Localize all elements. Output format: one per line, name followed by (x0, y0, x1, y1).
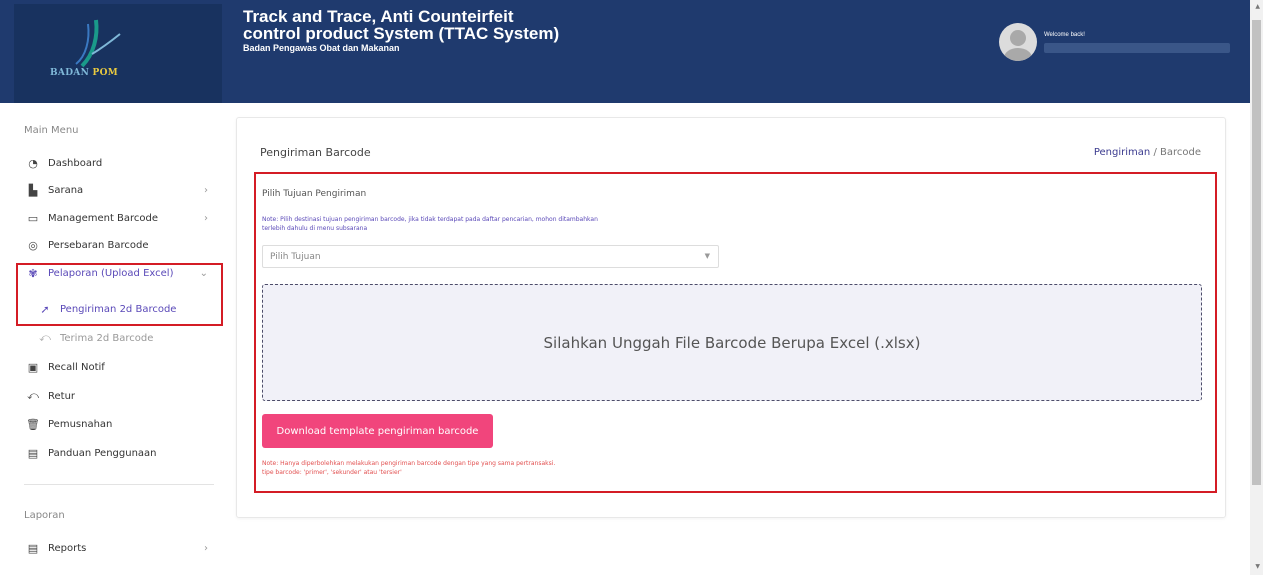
avatar-body-shape (1004, 48, 1032, 61)
sidebar-highlight-box (16, 263, 223, 326)
building-icon: ▙ (28, 183, 38, 197)
page-title: Pengiriman Barcode (260, 146, 371, 159)
sidebar-item-label: Retur (48, 390, 76, 402)
trash-icon: 🗑 (26, 417, 40, 431)
title-line-2: control product System (TTAC System) (243, 24, 560, 43)
sidebar-item-recall-notif[interactable]: ▣ Recall Notif (24, 357, 214, 377)
sidebar-item-reports[interactable]: ▤ Reports › (24, 538, 214, 558)
logo-text: BADAN POM (50, 68, 119, 78)
scroll-thumb[interactable] (1252, 20, 1261, 485)
note-line: terlebih dahulu di menu subsarana (262, 225, 368, 232)
sidebar-item-sarana[interactable]: ▙ Sarana › (24, 180, 214, 200)
sidebar-item-management-barcode[interactable]: ▭ Management Barcode › (24, 208, 214, 228)
barcode-type-note: Note: Hanya diperbolehkan melakukan peng… (262, 459, 555, 477)
reports-icon: ▤ (27, 541, 39, 555)
page-scrollbar[interactable]: ▲ ▼ (1250, 0, 1263, 575)
breadcrumb-current: Barcode (1160, 147, 1201, 158)
chevron-right-icon: › (204, 184, 208, 196)
sidebar-item-label: Pemusnahan (48, 418, 113, 430)
receive-icon: ⤺ (39, 331, 51, 344)
username-redacted (1044, 43, 1230, 53)
title-line-1: Track and Trace, Anti Counteirfeit (243, 7, 514, 26)
form-label: Pilih Tujuan Pengiriman (262, 189, 367, 199)
user-avatar[interactable] (999, 23, 1037, 61)
laporan-heading: Laporan (24, 510, 65, 521)
sidebar-item-label: Management Barcode (48, 212, 159, 224)
file-upload-dropzone[interactable]: Silahkan Unggah File Barcode Berupa Exce… (262, 284, 1202, 401)
guide-icon: ▤ (27, 446, 39, 460)
avatar-head-shape (1010, 30, 1026, 46)
select-placeholder: Pilih Tujuan (270, 252, 321, 262)
download-template-button[interactable]: Download template pengiriman barcode (262, 414, 493, 448)
note-line: Note: Pilih destinasi tujuan pengiriman … (262, 216, 598, 223)
return-icon: ⤺ (27, 389, 39, 402)
dropzone-text: Silahkan Unggah File Barcode Berupa Exce… (543, 333, 921, 352)
scroll-down-icon[interactable]: ▼ (1255, 563, 1260, 570)
app-title: Track and Trace, Anti Counteirfeit contr… (243, 8, 559, 53)
sidebar-item-label: Panduan Penggunaan (48, 447, 157, 459)
notification-icon: ▣ (27, 360, 39, 374)
chevron-right-icon: › (204, 542, 208, 554)
breadcrumb-separator: / (1153, 147, 1157, 158)
sidebar-item-label: Dashboard (48, 157, 103, 169)
destination-select[interactable]: Pilih Tujuan ▼ (262, 245, 719, 268)
sidebar-item-panduan-penggunaan[interactable]: ▤ Panduan Penggunaan (24, 443, 214, 463)
folder-icon: ▭ (27, 211, 39, 225)
top-header: BADAN POM Track and Trace, Anti Counteir… (0, 0, 1250, 103)
sidebar-divider (24, 484, 214, 485)
sidebar-item-label: Sarana (48, 184, 84, 196)
scroll-up-icon[interactable]: ▲ (1255, 3, 1260, 10)
sidebar-item-dashboard[interactable]: ◔ Dashboard (24, 153, 214, 173)
sidebar-item-label: Reports (48, 542, 87, 554)
app-subtitle: Badan Pengawas Obat dan Makanan (243, 43, 400, 53)
main-menu-heading: Main Menu (24, 125, 79, 136)
note-line: Note: Hanya diperbolehkan melakukan peng… (262, 460, 556, 467)
breadcrumb-link-pengiriman[interactable]: Pengiriman (1094, 147, 1150, 158)
sidebar-item-label: Persebaran Barcode (48, 239, 149, 251)
breadcrumb: Pengiriman / Barcode (1094, 147, 1201, 158)
logo[interactable]: BADAN POM (14, 4, 222, 103)
dashboard-icon: ◔ (28, 156, 38, 170)
sidebar-item-label: Recall Notif (48, 361, 105, 373)
badan-pom-logo-icon (75, 19, 121, 68)
destination-note: Note: Pilih destinasi tujuan pengiriman … (262, 215, 732, 233)
sidebar-item-persebaran-barcode[interactable]: ◎ Persebaran Barcode (24, 235, 214, 255)
sidebar-item-label: Terima 2d Barcode (60, 332, 154, 344)
welcome-text: Welcome back! (1044, 32, 1085, 38)
sidebar-item-retur[interactable]: ⤺ Retur (24, 386, 214, 406)
chevron-right-icon: › (204, 212, 208, 224)
location-pin-icon: ◎ (28, 238, 38, 252)
sidebar-item-terima-2d-barcode[interactable]: ⤺ Terima 2d Barcode (36, 328, 226, 348)
note-line: tipe barcode: 'primer', 'sekunder' atau … (262, 469, 402, 476)
chevron-down-icon: ▼ (704, 252, 710, 260)
sidebar-item-pemusnahan[interactable]: 🗑 Pemusnahan (24, 414, 214, 434)
